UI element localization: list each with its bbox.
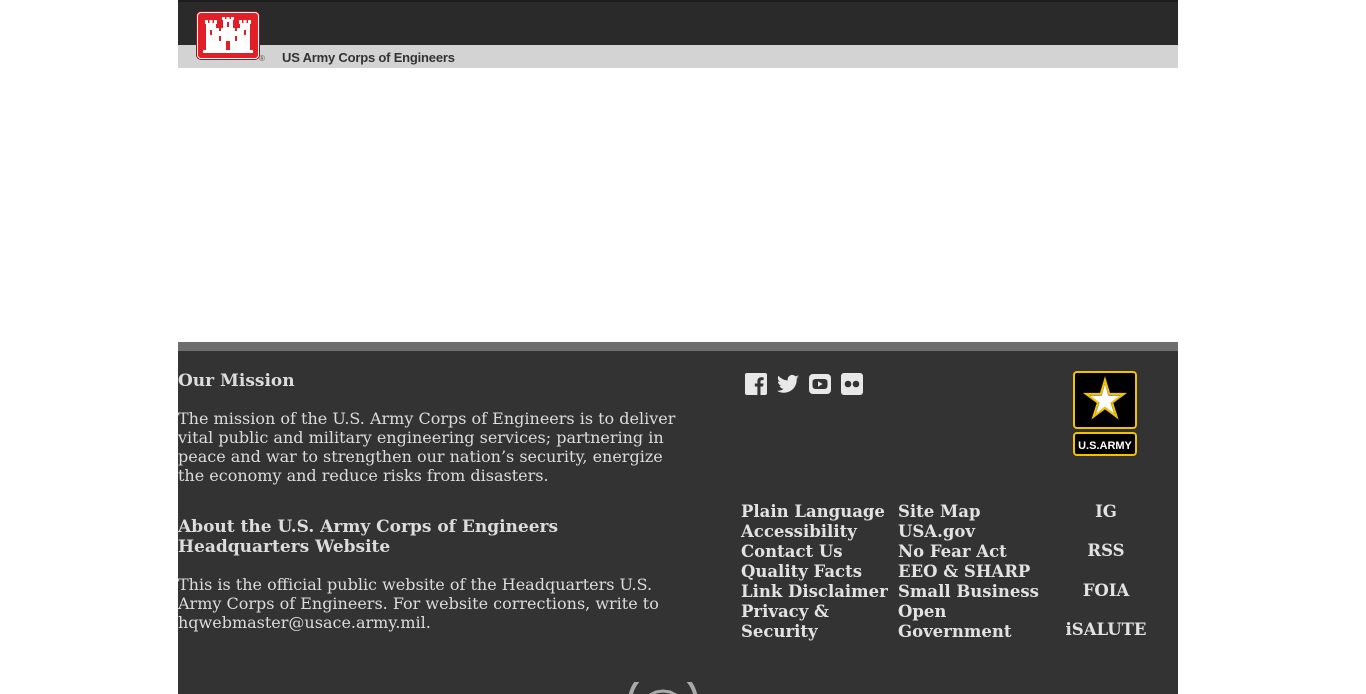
about-text: This is the official public website of t… xyxy=(178,575,659,632)
emblem-icon xyxy=(629,682,697,694)
link-quality-facts[interactable]: Quality Facts xyxy=(741,562,891,582)
youtube-icon[interactable] xyxy=(808,372,832,396)
link-isalute[interactable]: iSALUTE xyxy=(1056,620,1156,659)
link-usa-gov[interactable]: USA.gov xyxy=(898,522,1048,542)
site-footer: Our Mission The mission of the U.S. Army… xyxy=(178,342,1178,694)
mission-text: The mission of the U.S. Army Corps of En… xyxy=(178,409,676,485)
link-foia[interactable]: FOIA xyxy=(1056,581,1156,620)
link-no-fear-act[interactable]: No Fear Act xyxy=(898,542,1048,562)
link-eeo-sharp[interactable]: EEO & SHARP xyxy=(898,562,1048,582)
link-link-disclaimer[interactable]: Link Disclaimer xyxy=(741,582,891,602)
link-contact-us[interactable]: Contact Us xyxy=(741,542,891,562)
usace-castle-logo[interactable] xyxy=(197,12,259,59)
footer-links-column-2: Site Map USA.gov No Fear Act EEO & SHARP… xyxy=(898,502,1048,642)
link-plain-language[interactable]: Plain Language xyxy=(741,502,891,522)
link-site-map[interactable]: Site Map xyxy=(898,502,1048,522)
footer-divider xyxy=(178,342,1178,351)
army-logo-text: U.S.ARMY xyxy=(1078,440,1132,452)
footer-links-column-3: IG RSS FOIA iSALUTE xyxy=(1056,502,1156,659)
us-army-logo[interactable]: U.S.ARMY xyxy=(1073,371,1137,457)
link-ig[interactable]: IG xyxy=(1056,502,1156,541)
castle-icon xyxy=(203,17,253,53)
social-icons xyxy=(744,372,864,396)
header-top-bar xyxy=(178,0,1178,45)
mission-heading: Our Mission xyxy=(178,371,295,391)
link-privacy-security[interactable]: Privacy & Security xyxy=(741,602,891,642)
link-accessibility[interactable]: Accessibility xyxy=(741,522,891,542)
site-title-link[interactable]: US Army Corps of Engineers xyxy=(282,50,455,65)
twitter-icon[interactable] xyxy=(776,372,800,396)
link-small-business[interactable]: Small Business Open Government xyxy=(898,582,1048,642)
link-rss[interactable]: RSS xyxy=(1056,541,1156,580)
facebook-icon[interactable] xyxy=(744,372,768,396)
registered-mark: ® xyxy=(259,54,265,63)
footer-links-column-1: Plain Language Accessibility Contact Us … xyxy=(741,502,891,642)
flickr-icon[interactable] xyxy=(840,372,864,396)
about-heading: About the U.S. Army Corps of Engineers H… xyxy=(178,517,559,557)
